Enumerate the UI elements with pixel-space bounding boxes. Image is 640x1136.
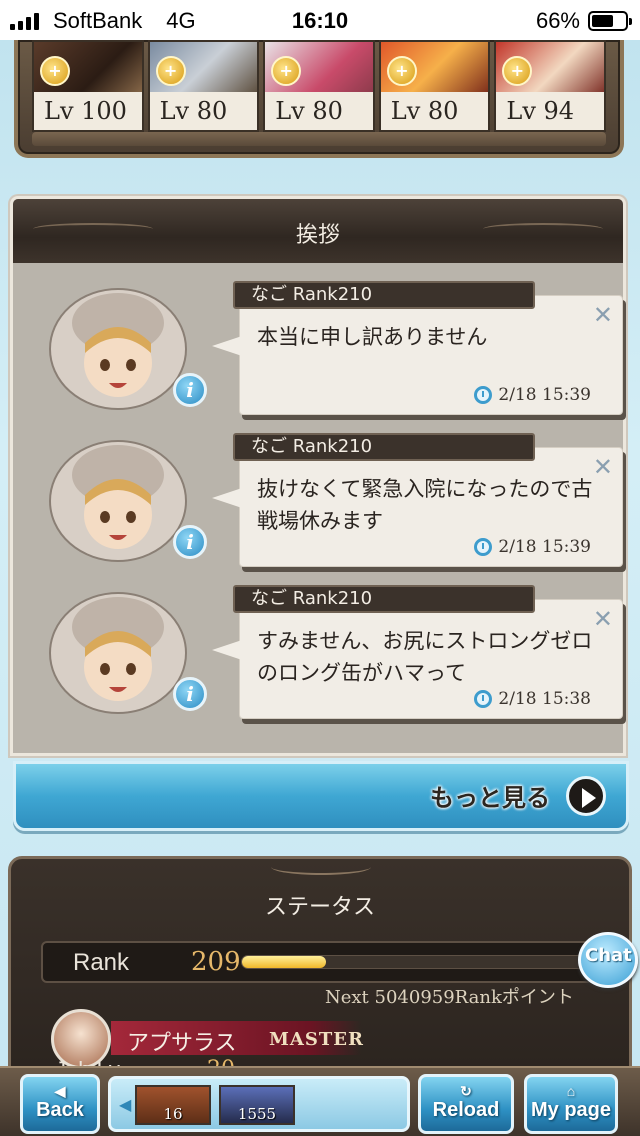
job-row[interactable]: アプサラス MASTER [51, 1009, 611, 1069]
sender-nameplate[interactable]: なご Rank210 [233, 585, 535, 613]
status-right: 66% [535, 8, 632, 34]
see-more-label: もっと見る [430, 784, 550, 812]
battery-percent: 66% [535, 8, 580, 33]
member-level: Lv 80 [380, 92, 489, 130]
greeting-message: i なご Rank210 ✕ すみません、お尻にストロングゼロのロング缶がハマっ… [33, 585, 623, 727]
plus-badge-icon: + [40, 56, 70, 86]
chat-button[interactable]: Chat [578, 932, 638, 988]
tray-left-arrow-icon[interactable]: ◀ [119, 1095, 131, 1114]
sender-avatar[interactable] [43, 435, 193, 565]
greeting-header: 挨拶 [13, 199, 623, 263]
member-level: Lv 80 [265, 92, 373, 130]
member-level: Lv 94 [496, 92, 604, 130]
info-icon[interactable]: i [173, 677, 207, 711]
member-level: Lv 80 [149, 92, 258, 130]
sender-avatar[interactable] [43, 283, 193, 413]
party-frame-bottom [32, 132, 606, 146]
next-rank-text: Next 5040959Rankポイント [325, 987, 574, 1008]
reload-button[interactable]: ↻ Reload [418, 1074, 514, 1134]
item-count: 1555 [237, 1105, 277, 1123]
rank-row: Rank 209 [41, 941, 597, 983]
mypage-icon: ⌂ [566, 1083, 576, 1099]
chat-label: Chat [585, 945, 632, 966]
greeting-message: i なご Rank210 ✕ 本当に申し訳ありません 2/18 15:39 [33, 281, 623, 423]
status-title: ステータス [264, 895, 375, 920]
clock-icon [474, 386, 493, 404]
message-text: すみません、お尻にストロングゼロのロング缶がハマって [257, 629, 593, 685]
sender-avatar[interactable] [43, 587, 193, 717]
rank-progress-bar [241, 955, 591, 969]
plus-badge-icon: + [155, 56, 186, 86]
party-members: + Lv 100 + Lv 80 + Lv 80 + Lv 80 + Lv 94 [32, 40, 606, 132]
battery-fill [592, 15, 614, 27]
party-member-1[interactable]: + Lv 100 [32, 40, 144, 132]
reload-icon: ↻ [460, 1083, 472, 1099]
clock-icon [474, 690, 493, 708]
item-tray: ◀ 16 1555 [108, 1076, 410, 1132]
greeting-panel: 挨拶 i なご Rank210 ✕ 本当に申し訳ありません 2/18 15:39 [10, 196, 629, 831]
message-timestamp: 2/18 15:39 [474, 537, 591, 557]
back-label: Back [36, 1099, 84, 1121]
job-master-badge: MASTER [269, 1029, 364, 1050]
message-timestamp: 2/18 15:38 [474, 689, 591, 709]
plus-badge-icon: + [271, 56, 302, 86]
member-level: Lv 100 [34, 92, 142, 130]
message-text: 本当に申し訳ありません [257, 325, 488, 349]
message-time: 2/18 15:38 [498, 689, 591, 709]
status-ornament [271, 859, 371, 875]
party-strip: + Lv 100 + Lv 80 + Lv 80 + Lv 80 + Lv 94 [14, 40, 624, 158]
sender-nameplate[interactable]: なご Rank210 [233, 281, 535, 309]
see-more-button[interactable]: もっと見る [13, 761, 629, 831]
mypage-button[interactable]: ⌂ My page [524, 1074, 618, 1134]
job-name: アプサラス [127, 1031, 237, 1056]
play-arrow-icon [566, 776, 606, 816]
rank-value: 209 [191, 947, 241, 977]
party-member-2[interactable]: + Lv 80 [147, 40, 260, 132]
status-bar: SoftBank 4G 16:10 66% [0, 0, 640, 40]
info-icon[interactable]: i [173, 373, 207, 407]
bottom-nav: ◀ Back ◀ 16 1555 ↻ Reload ⌂ My page [0, 1066, 640, 1136]
message-time: 2/18 15:39 [498, 537, 591, 557]
item-slot-1[interactable]: 16 [135, 1085, 211, 1125]
message-timestamp: 2/18 15:39 [474, 385, 591, 405]
battery-icon [588, 11, 632, 31]
info-icon[interactable]: i [173, 525, 207, 559]
party-member-4[interactable]: + Lv 80 [378, 40, 491, 132]
sender-nameplate[interactable]: なご Rank210 [233, 433, 535, 461]
item-slot-2[interactable]: 1555 [219, 1085, 295, 1125]
party-member-5[interactable]: + Lv 94 [494, 40, 606, 132]
back-arrow-icon: ◀ [54, 1083, 66, 1099]
back-button[interactable]: ◀ Back [20, 1074, 100, 1134]
clock-icon [474, 538, 493, 556]
party-member-3[interactable]: + Lv 80 [263, 40, 375, 132]
plus-badge-icon: + [386, 56, 417, 86]
message-time: 2/18 15:39 [498, 385, 591, 405]
reload-label: Reload [432, 1099, 500, 1121]
greeting-message: i なご Rank210 ✕ 抜けなくて緊急入院になったので古戦場休みます 2/… [33, 433, 623, 575]
status-panel: ステータス Rank 209 Next 5040959Rankポイント アプサラ… [8, 856, 632, 1086]
item-count: 16 [163, 1105, 183, 1123]
message-text: 抜けなくて緊急入院になったので古戦場休みます [257, 477, 593, 533]
rank-progress-fill [242, 956, 326, 968]
rank-label: Rank [73, 949, 130, 976]
mypage-label: My page [530, 1099, 612, 1121]
ornament-right [483, 223, 603, 235]
